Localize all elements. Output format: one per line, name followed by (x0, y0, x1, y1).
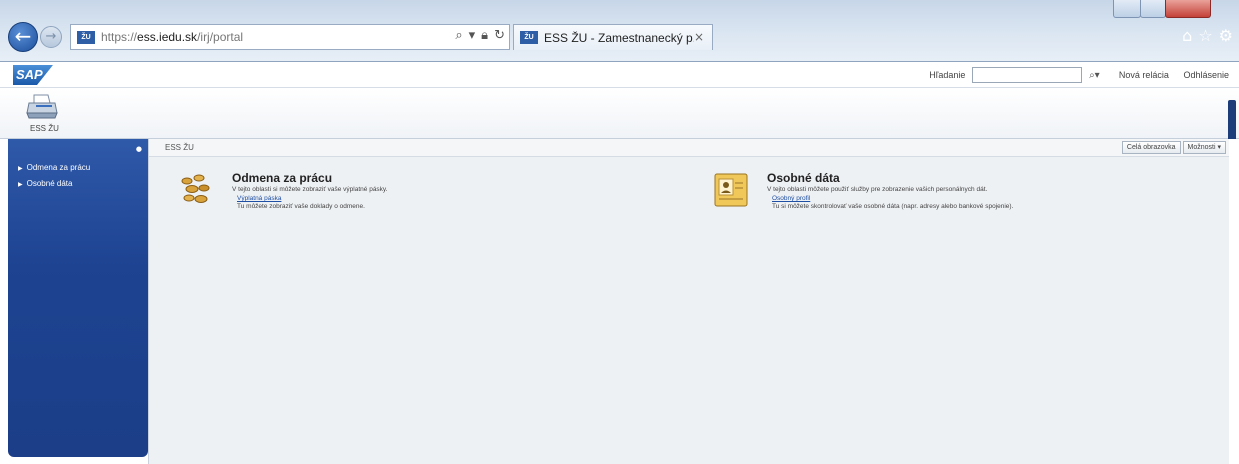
site-favicon: ŽU (77, 31, 95, 44)
section-title: Odmena za prácu (232, 171, 333, 185)
nav-item-label: Odmena za prácu (26, 163, 91, 172)
section-description: V tejto oblasti môžete použiť služby pre… (767, 186, 988, 193)
address-bar-icons: ⌕ ▾ 🔒︎ ↻ (449, 28, 505, 43)
address-url[interactable]: https://ess.iedu.sk/irj/portal (101, 30, 243, 44)
page-title: ESS ŽU (165, 143, 194, 152)
logout-link[interactable]: Odhlásenie (1183, 70, 1229, 80)
window-controls (1113, 0, 1233, 20)
search-label: Hľadanie (929, 70, 966, 80)
lock-icon[interactable]: 🔒︎ (481, 28, 488, 43)
section-osobne-data: Osobné dáta V tejto oblasti môžete použi… (712, 171, 1212, 221)
close-window-button[interactable] (1165, 0, 1211, 18)
payslip-link[interactable]: Výplatná páska (237, 195, 281, 202)
browser-chrome: ← → ŽU https://ess.iedu.sk/irj/portal ⌕ ▾… (0, 0, 1239, 62)
id-card-icon (714, 173, 748, 207)
refresh-icon[interactable]: ↻ (494, 28, 505, 43)
link-description: Tu si môžete skontrolovať vaše osobné dá… (772, 203, 1014, 210)
browser-tab[interactable]: ŽU ESS ŽU - Zamestnanecký p... × (513, 24, 713, 50)
dropdown-icon[interactable]: ▾ (469, 28, 476, 43)
new-session-link[interactable]: Nová relácia (1119, 70, 1169, 80)
left-navigation: ● ▶ Odmena za prácu ▶ Osobné dáta (8, 139, 148, 457)
search-icon[interactable]: ⌕▾ (1084, 70, 1104, 81)
minimize-button[interactable] (1113, 0, 1141, 18)
favorites-star-icon[interactable]: ☆ (1198, 26, 1212, 45)
content-toolbar: ESS ŽU Celá obrazovka Možnosti ▾ (149, 139, 1230, 157)
options-button[interactable]: Možnosti ▾ (1182, 141, 1226, 154)
tab-favicon: ŽU (520, 31, 538, 44)
nav-item-odmena[interactable]: ▶ Odmena za prácu (18, 163, 90, 172)
browser-toolbar-icons: ⌂ ☆ ⚙ (1176, 26, 1233, 45)
coins-icon (181, 174, 210, 203)
tab-close-icon[interactable]: × (694, 30, 704, 44)
portal-header: SAP Hľadanie ⌕▾ Nová relácia Odhlásenie (0, 62, 1239, 88)
maximize-button[interactable] (1140, 0, 1166, 18)
link-description: Tu môžete zobraziť vaše doklady o odmene… (237, 203, 365, 210)
back-arrow-icon[interactable]: ← (8, 22, 38, 52)
collapse-bullet-icon[interactable]: ● (136, 145, 142, 153)
home-icon[interactable]: ⌂ (1182, 26, 1192, 45)
nav-item-osobne-data[interactable]: ▶ Osobné dáta (18, 179, 72, 188)
url-prefix: https:// (101, 30, 138, 44)
search-input[interactable] (971, 67, 1082, 83)
content-buttons: Celá obrazovka Možnosti ▾ (1120, 141, 1226, 154)
section-title: Osobné dáta (767, 171, 840, 185)
search-icon[interactable]: ⌕ (455, 28, 462, 43)
right-border (1229, 139, 1239, 464)
workset-bar: ESS ŽU (0, 89, 1239, 139)
forward-arrow-icon[interactable]: → (40, 26, 62, 48)
header-tools: Hľadanie ⌕▾ Nová relácia Odhlásenie (929, 67, 1229, 83)
gear-icon[interactable]: ⚙ (1219, 26, 1233, 45)
tab-title: ESS ŽU - Zamestnanecký p... (544, 31, 694, 45)
address-bar[interactable]: ŽU https://ess.iedu.sk/irj/portal ⌕ ▾ 🔒︎ ↻ (70, 24, 510, 50)
content-area: ESS ŽU Celá obrazovka Možnosti ▾ Odmena z… (148, 139, 1230, 464)
url-path: /irj/portal (197, 30, 244, 44)
workset-tile-ess[interactable]: ESS ŽU (12, 93, 74, 137)
fullscreen-button[interactable]: Celá obrazovka (1121, 141, 1181, 154)
triangle-right-icon: ▶ (18, 165, 23, 172)
nav-item-label: Osobné dáta (26, 179, 73, 188)
personal-profile-link[interactable]: Osobný profil (772, 195, 810, 202)
printer-icon (26, 94, 58, 119)
sap-logo: SAP (13, 65, 53, 85)
section-description: V tejto oblasti si môžete zobraziť vaše … (232, 186, 388, 193)
workset-label: ESS ŽU (30, 124, 59, 133)
url-domain: ess.iedu.sk (137, 30, 198, 44)
section-odmena: Odmena za prácu V tejto oblasti si môžet… (177, 171, 677, 221)
triangle-right-icon: ▶ (18, 181, 23, 188)
